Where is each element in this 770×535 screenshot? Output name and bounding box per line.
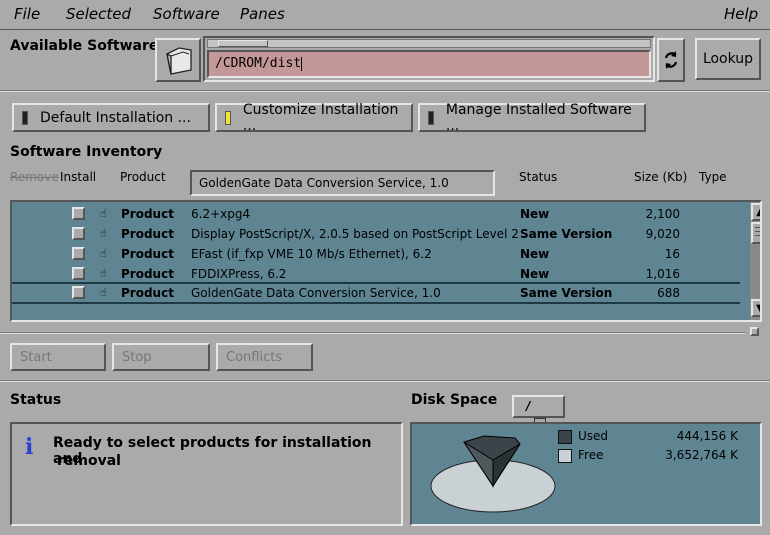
column-header-size: Size (Kb) [634, 170, 688, 184]
customize-installation-button[interactable]: Customize Installation ... [215, 101, 413, 134]
divider [0, 380, 770, 382]
column-header-install: Install [60, 170, 97, 184]
free-value: 3,652,764 K [665, 448, 738, 462]
row-size: 2,100 [645, 207, 680, 221]
default-installation-label: Default Installation ... [40, 109, 191, 126]
status-title: Status [10, 392, 62, 408]
filesystem-button[interactable]: / [512, 395, 565, 424]
software-inventory-title: Software Inventory [10, 144, 163, 160]
folder-icon [166, 47, 192, 75]
manage-installed-software-label: Manage Installed Software ... [445, 101, 632, 134]
used-swatch [558, 430, 572, 444]
path-input[interactable]: /CDROM/dist [207, 50, 651, 78]
status-message-line2: removal [57, 453, 121, 469]
conflicts-button[interactable]: Conflicts [216, 343, 313, 371]
pane-resize-handle[interactable] [750, 327, 759, 336]
vertical-scrollbar[interactable]: ▲ ▼ [750, 202, 760, 320]
install-checkbox[interactable] [72, 267, 85, 280]
stop-button[interactable]: Stop [112, 343, 210, 371]
used-label: Used [578, 429, 609, 443]
text-cursor [301, 56, 303, 71]
table-row-selected[interactable]: ☝ Product GoldenGate Data Conversion Ser… [12, 282, 740, 304]
customize-installation-label: Customize Installation ... [242, 101, 399, 134]
install-checkbox[interactable] [72, 227, 85, 240]
row-status: Same Version [520, 286, 613, 300]
row-status: New [520, 207, 550, 221]
selected-item-field: GoldenGate Data Conversion Service, 1.0 [190, 170, 495, 196]
table-row[interactable]: ☝ Product 6.2+xpg4 New 2,100 [12, 204, 740, 224]
row-status: Same Version [520, 227, 613, 241]
row-kind: Product [121, 207, 174, 221]
row-size: 688 [657, 286, 680, 300]
menu-file[interactable]: File [14, 5, 40, 23]
row-status: New [520, 247, 550, 261]
default-installation-button[interactable]: Default Installation ... [12, 103, 210, 132]
row-name: Display PostScript/X, 2.0.5 based on Pos… [191, 227, 519, 241]
product-hand-icon: ☝ [100, 286, 107, 299]
row-name: FDDIXPress, 6.2 [191, 267, 287, 281]
disk-space-panel: Used 444,156 K Free 3,652,764 K [410, 422, 762, 526]
product-hand-icon: ☝ [100, 207, 107, 220]
divider [0, 90, 770, 92]
info-icon: i [25, 434, 34, 460]
install-checkbox[interactable] [72, 207, 85, 220]
disk-space-title: Disk Space [411, 392, 498, 408]
scroll-down-icon[interactable]: ▼ [751, 299, 760, 317]
menu-selected[interactable]: Selected [66, 5, 131, 23]
row-kind: Product [121, 267, 174, 281]
indicator-on-icon [225, 110, 231, 125]
manage-installed-software-button[interactable]: Manage Installed Software ... [418, 101, 646, 134]
install-checkbox[interactable] [72, 286, 85, 299]
path-history-slider[interactable] [207, 39, 651, 48]
row-name: EFast (if_fxp VME 10 Mb/s Ethernet), 6.2 [191, 247, 432, 261]
column-header-product: Product [120, 170, 166, 184]
product-hand-icon: ☝ [100, 247, 107, 260]
row-kind: Product [121, 286, 174, 300]
refresh-icon [664, 51, 678, 69]
row-name: 6.2+xpg4 [191, 207, 251, 221]
path-input-value: /CDROM/dist [215, 56, 302, 71]
row-size: 1,016 [645, 267, 680, 281]
lookup-button[interactable]: Lookup [695, 38, 761, 80]
menu-panes[interactable]: Panes [240, 5, 285, 23]
status-panel: i Ready to select products for installat… [10, 422, 403, 526]
table-row[interactable]: ☝ Product EFast (if_fxp VME 10 Mb/s Ethe… [12, 244, 740, 264]
scrollbar-thumb[interactable] [751, 222, 760, 244]
filesystem-button-label: / [526, 399, 531, 413]
install-checkbox[interactable] [72, 247, 85, 260]
column-header-remove: Remove [10, 170, 59, 184]
row-kind: Product [121, 227, 174, 241]
indicator-off-icon [428, 110, 434, 125]
path-slider-thumb[interactable] [218, 40, 268, 47]
row-size: 16 [664, 247, 680, 261]
table-row[interactable]: ☝ Product FDDIXPress, 6.2 New 1,016 [12, 264, 740, 284]
menu-software[interactable]: Software [153, 5, 220, 23]
indicator-off-icon [22, 110, 28, 125]
disk-usage-pie [430, 435, 556, 513]
available-software-label: Available Software: [10, 38, 165, 54]
product-hand-icon: ☝ [100, 227, 107, 240]
row-kind: Product [121, 247, 174, 261]
scroll-up-icon[interactable]: ▲ [751, 203, 760, 221]
refresh-button[interactable] [657, 38, 685, 82]
used-value: 444,156 K [676, 429, 738, 443]
software-inventory-table: ☝ Product 6.2+xpg4 New 2,100 ☝ Product D… [10, 200, 762, 322]
free-swatch [558, 449, 572, 463]
folder-browse-button[interactable] [155, 38, 201, 82]
divider [0, 332, 746, 334]
free-label: Free [578, 448, 604, 462]
table-row[interactable]: ☝ Product Display PostScript/X, 2.0.5 ba… [12, 224, 740, 244]
menu-bar: File Selected Software Panes Help [0, 0, 770, 30]
row-status: New [520, 267, 550, 281]
product-hand-icon: ☝ [100, 267, 107, 280]
column-header-type: Type [699, 170, 727, 184]
row-size: 9,020 [645, 227, 680, 241]
row-name: GoldenGate Data Conversion Service, 1.0 [191, 286, 441, 300]
column-header-status: Status [519, 170, 558, 184]
start-button[interactable]: Start [10, 343, 106, 371]
menu-help[interactable]: Help [724, 5, 758, 23]
